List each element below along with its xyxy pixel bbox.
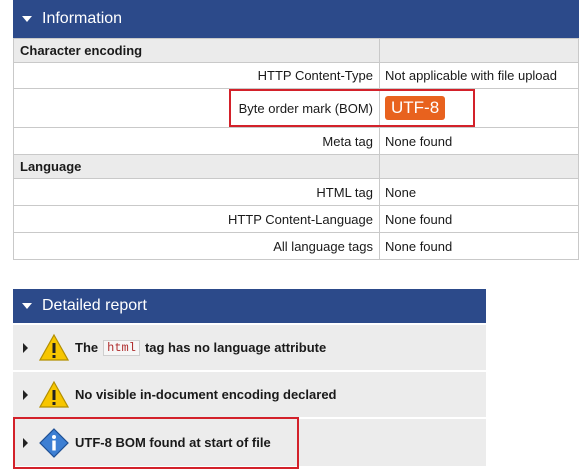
bom-highlight-box (229, 89, 475, 127)
row-value: None (379, 178, 579, 206)
row-label: HTML tag (13, 178, 380, 206)
row-value: None found (379, 205, 579, 233)
report-item-no-language[interactable]: The html tag has no language attribute (13, 325, 486, 370)
expand-arrow-icon[interactable] (23, 389, 28, 400)
report-text: tag has no language attribute (144, 340, 327, 355)
section-heading: Character encoding (13, 38, 380, 63)
row-label: HTTP Content-Language (13, 205, 380, 233)
section-row-character-encoding: Character encoding (13, 38, 579, 63)
section-row-language: Language (13, 154, 579, 179)
row-value: Not applicable with file upload (379, 62, 579, 89)
section-heading: Language (13, 154, 380, 179)
row-label: All language tags (13, 232, 380, 260)
warning-icon (39, 380, 69, 408)
information-panel-header[interactable]: Information (13, 0, 579, 38)
report-text: No visible in-document encoding declared (75, 387, 337, 402)
table-row: All language tags None found (13, 232, 579, 260)
row-label: HTTP Content-Type (13, 62, 380, 89)
detailed-report-header[interactable]: Detailed report (13, 289, 486, 323)
warning-icon (39, 333, 69, 361)
row-value: None found (379, 127, 579, 155)
html-code-tag: html (103, 339, 140, 356)
information-table: Character encoding HTTP Content-Type Not… (13, 38, 579, 260)
report-text: The (75, 340, 99, 355)
row-value: None found (379, 232, 579, 260)
row-label: Meta tag (13, 127, 380, 155)
detailed-report-title: Detailed report (42, 297, 147, 314)
bom-report-highlight-box (13, 417, 299, 469)
table-row: HTTP Content-Type Not applicable with fi… (13, 62, 579, 89)
collapse-triangle-icon (22, 16, 32, 22)
table-row: HTTP Content-Language None found (13, 205, 579, 233)
table-row: Meta tag None found (13, 127, 579, 155)
information-title: Information (42, 10, 123, 27)
collapse-triangle-icon (22, 303, 32, 309)
report-item-no-encoding[interactable]: No visible in-document encoding declared (13, 372, 486, 417)
expand-arrow-icon[interactable] (23, 342, 28, 353)
table-row: HTML tag None (13, 178, 579, 206)
